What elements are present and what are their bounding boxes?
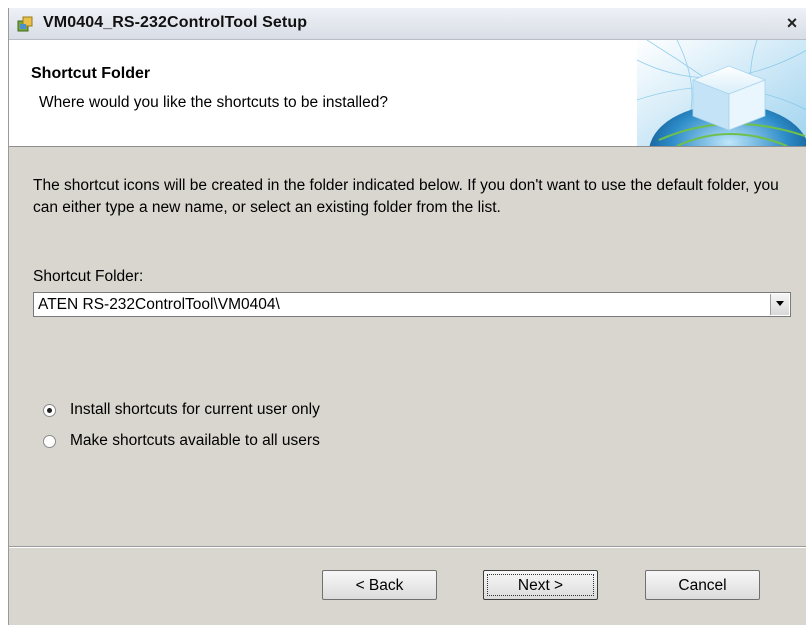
globe-cube-graphic — [637, 40, 806, 146]
radio-label-current-user[interactable]: Install shortcuts for current user only — [70, 401, 320, 419]
next-button[interactable]: Next > — [483, 570, 598, 600]
radio-button[interactable] — [43, 404, 56, 417]
radio-button[interactable] — [43, 435, 56, 448]
shortcut-folder-label: Shortcut Folder: — [33, 268, 144, 285]
dropdown-button[interactable] — [770, 294, 789, 315]
title-bar[interactable]: VM0404_RS-232ControlTool Setup × — [9, 8, 806, 40]
dialog-header: Shortcut Folder Where would you like the… — [9, 40, 806, 147]
page-subtitle: Where would you like the shortcuts to be… — [39, 94, 388, 111]
shortcut-folder-value[interactable]: ATEN RS-232ControlTool\VM0404\ — [38, 296, 280, 314]
back-button[interactable]: < Back — [322, 570, 437, 600]
installer-icon — [17, 16, 33, 32]
radio-label-all-users[interactable]: Make shortcuts available to all users — [70, 432, 320, 450]
close-icon[interactable]: × — [783, 14, 801, 32]
setup-dialog: VM0404_RS-232ControlTool Setup × Shortcu… — [8, 8, 806, 625]
chevron-down-icon — [776, 301, 784, 306]
footer-divider — [9, 546, 806, 548]
instructions-text: The shortcut icons will be created in th… — [33, 177, 779, 216]
shortcut-folder-combobox[interactable]: ATEN RS-232ControlTool\VM0404\ — [33, 292, 791, 317]
radio-selected-dot — [47, 408, 52, 413]
page-title: Shortcut Folder — [31, 65, 151, 82]
window-title: VM0404_RS-232ControlTool Setup — [43, 14, 308, 31]
cancel-button[interactable]: Cancel — [645, 570, 760, 600]
